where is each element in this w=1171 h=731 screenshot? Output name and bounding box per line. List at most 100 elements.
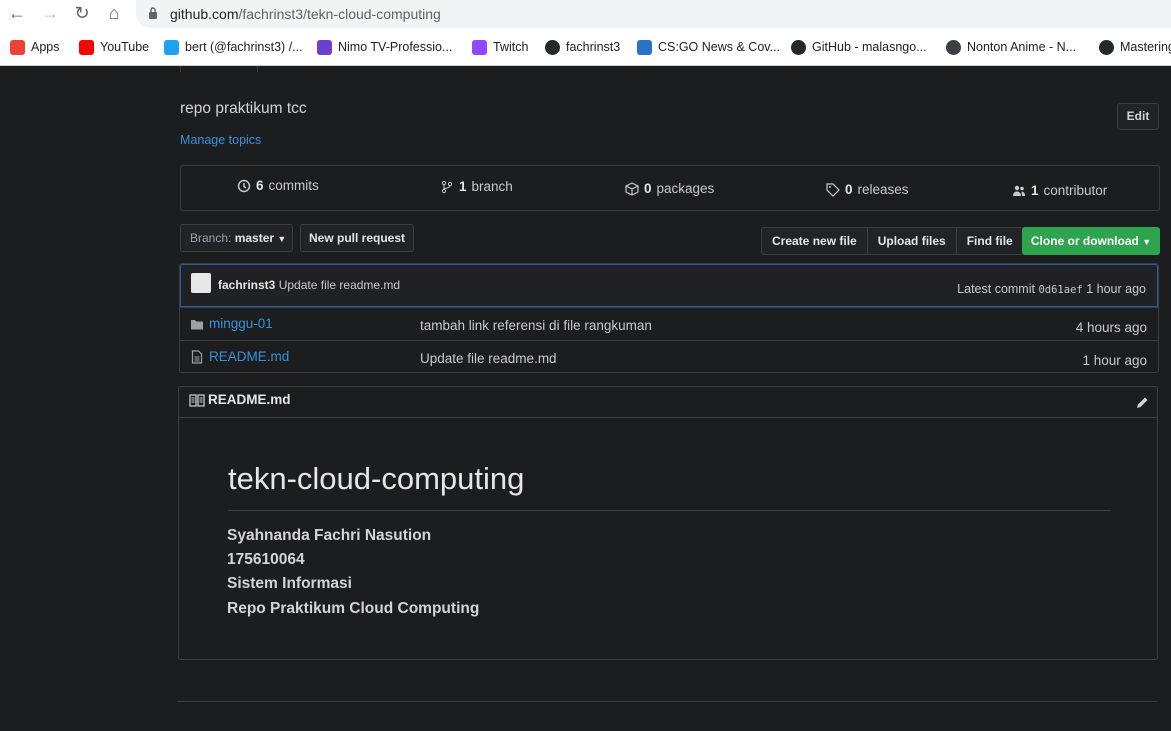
bookmark-item[interactable]: Nonton Anime - N... bbox=[946, 36, 1076, 58]
bookmark-item[interactable]: Apps bbox=[10, 36, 60, 58]
packages-label: packages bbox=[656, 181, 715, 196]
file-name-link[interactable]: minggu-01 bbox=[209, 316, 273, 331]
latest-commit-label: Latest commit bbox=[957, 282, 1035, 296]
contributors-count: 1 bbox=[1031, 183, 1039, 198]
csgo-icon bbox=[637, 39, 652, 55]
releases-count: 0 bbox=[845, 182, 853, 197]
github-icon bbox=[1099, 39, 1114, 55]
branch-icon bbox=[441, 180, 453, 193]
readme-title: README.md bbox=[208, 392, 291, 407]
packages-count: 0 bbox=[644, 181, 652, 196]
new-pull-request-button[interactable]: New pull request bbox=[300, 224, 414, 252]
bookmark-label: Mastering bbox=[1120, 40, 1171, 54]
apps-grid-icon bbox=[10, 39, 25, 55]
home-icon[interactable]: ⌂ bbox=[103, 2, 125, 24]
repo-description: repo praktikum tcc bbox=[180, 100, 307, 117]
readme-line: Sistem Informasi bbox=[227, 575, 352, 592]
releases-link[interactable]: 0 releases bbox=[826, 182, 909, 197]
github-icon bbox=[545, 39, 560, 55]
youtube-icon bbox=[79, 39, 94, 55]
readme-divider bbox=[228, 510, 1111, 511]
address-url: github.com/fachrinst3/tekn-cloud-computi… bbox=[170, 6, 441, 22]
avatar[interactable] bbox=[191, 273, 211, 293]
history-icon bbox=[237, 179, 251, 192]
reload-icon[interactable]: ↻ bbox=[71, 2, 93, 24]
globe-icon bbox=[946, 39, 961, 55]
branch-select-button[interactable]: Branch: master ▼ bbox=[180, 224, 293, 252]
bookmark-item[interactable]: Nimo TV-Professio... bbox=[317, 36, 452, 58]
file-list: fachrinst3 Update file readme.md Latest … bbox=[179, 263, 1159, 373]
caret-down-icon: ▼ bbox=[277, 234, 287, 244]
url-host: github.com bbox=[170, 6, 239, 22]
package-icon bbox=[625, 181, 639, 196]
readme-heading: tekn-cloud-computing bbox=[228, 461, 525, 496]
address-bar[interactable]: github.com/fachrinst3/tekn-cloud-computi… bbox=[136, 0, 1171, 28]
bookmark-item[interactable]: bert (@fachrinst3) /... bbox=[164, 36, 303, 58]
branch-label: branch bbox=[471, 179, 513, 194]
commits-link[interactable]: 6 commits bbox=[237, 178, 319, 193]
caret-down-icon: ▼ bbox=[1142, 237, 1152, 247]
branch-prefix: Branch: bbox=[190, 231, 232, 245]
file-name-link[interactable]: README.md bbox=[209, 349, 289, 364]
bookmark-item[interactable]: GitHub - malasngo... bbox=[791, 36, 927, 58]
commit-summary: fachrinst3 Update file readme.md bbox=[218, 278, 400, 292]
find-file-button[interactable]: Find file bbox=[955, 227, 1024, 255]
bookmark-item[interactable]: CS:GO News & Cov... bbox=[637, 36, 780, 58]
commit-message[interactable]: Update file readme.md bbox=[279, 278, 400, 292]
pencil-icon[interactable] bbox=[1135, 396, 1149, 410]
bookmark-label: CS:GO News & Cov... bbox=[658, 40, 781, 54]
book-icon bbox=[189, 394, 205, 407]
clone-or-download-button[interactable]: Clone or download ▼ bbox=[1022, 227, 1160, 255]
releases-label: releases bbox=[857, 182, 909, 197]
branch-name: master bbox=[234, 231, 275, 245]
table-row: README.md Update file readme.md 1 hour a… bbox=[180, 340, 1158, 372]
readme-line: Syahnanda Fachri Nasution bbox=[227, 527, 432, 544]
active-tab-indicator bbox=[180, 66, 258, 72]
latest-commit-bar: fachrinst3 Update file readme.md Latest … bbox=[180, 264, 1158, 307]
manage-topics-link[interactable]: Manage topics bbox=[180, 133, 261, 147]
table-row: minggu-01 tambah link referensi di file … bbox=[180, 307, 1158, 340]
readme-line: Repo Praktikum Cloud Computing bbox=[227, 600, 480, 617]
packages-link[interactable]: 0 packages bbox=[625, 181, 714, 196]
browser-chrome: ← → ↻ ⌂ github.com/fachrinst3/tekn-cloud… bbox=[0, 0, 1171, 66]
branch-count: 1 bbox=[459, 179, 467, 194]
people-icon bbox=[1013, 185, 1025, 196]
commit-meta: Latest commit 0d61aef 1 hour ago bbox=[957, 282, 1146, 296]
bookmark-label: GitHub - malasngo... bbox=[812, 40, 927, 54]
file-actions-group: Create new file Upload files Find file bbox=[761, 227, 1024, 255]
commits-label: commits bbox=[268, 178, 319, 193]
contributors-link[interactable]: 1 contributor bbox=[1012, 183, 1107, 198]
commits-count: 6 bbox=[256, 178, 264, 193]
bookmark-item[interactable]: Mastering bbox=[1099, 36, 1171, 58]
commit-author[interactable]: fachrinst3 bbox=[218, 278, 275, 292]
edit-description-button[interactable]: Edit bbox=[1117, 103, 1159, 130]
commit-age: 1 hour ago bbox=[1086, 282, 1146, 296]
branches-link[interactable]: 1 branch bbox=[440, 179, 513, 194]
nimo-icon bbox=[317, 39, 332, 55]
github-icon bbox=[791, 39, 806, 55]
forward-arrow-icon[interactable]: → bbox=[39, 2, 61, 24]
repo-summary-bar: 6 commits 1 branch 0 packages 0 releases 1 co… bbox=[180, 165, 1160, 211]
bookmark-item[interactable]: YouTube bbox=[79, 36, 149, 58]
file-age: 4 hours ago bbox=[1075, 320, 1147, 335]
folder-icon bbox=[191, 320, 203, 330]
bookmark-label: Nimo TV-Professio... bbox=[338, 40, 453, 54]
bookmark-label: Nonton Anime - N... bbox=[967, 40, 1077, 54]
twitter-icon bbox=[164, 39, 179, 55]
bookmark-label: YouTube bbox=[100, 40, 150, 54]
readme-line: 175610064 bbox=[227, 551, 305, 568]
file-commit-message[interactable]: Update file readme.md bbox=[420, 351, 557, 366]
upload-files-button[interactable]: Upload files bbox=[866, 227, 957, 255]
file-commit-message[interactable]: tambah link referensi di file rangkuman bbox=[420, 318, 652, 333]
back-arrow-icon[interactable]: ← bbox=[6, 2, 28, 24]
create-new-file-button[interactable]: Create new file bbox=[761, 227, 868, 255]
bookmark-item[interactable]: Twitch bbox=[472, 36, 528, 58]
bookmark-label: Apps bbox=[31, 40, 60, 54]
commit-sha[interactable]: 0d61aef bbox=[1038, 284, 1082, 296]
footer-divider bbox=[177, 701, 1157, 702]
tag-icon bbox=[826, 182, 840, 197]
bookmark-item[interactable]: fachrinst3 bbox=[545, 36, 620, 58]
twitch-icon bbox=[472, 39, 487, 55]
bookmark-label: bert (@fachrinst3) /... bbox=[185, 40, 303, 54]
bookmark-label: Twitch bbox=[493, 40, 529, 54]
